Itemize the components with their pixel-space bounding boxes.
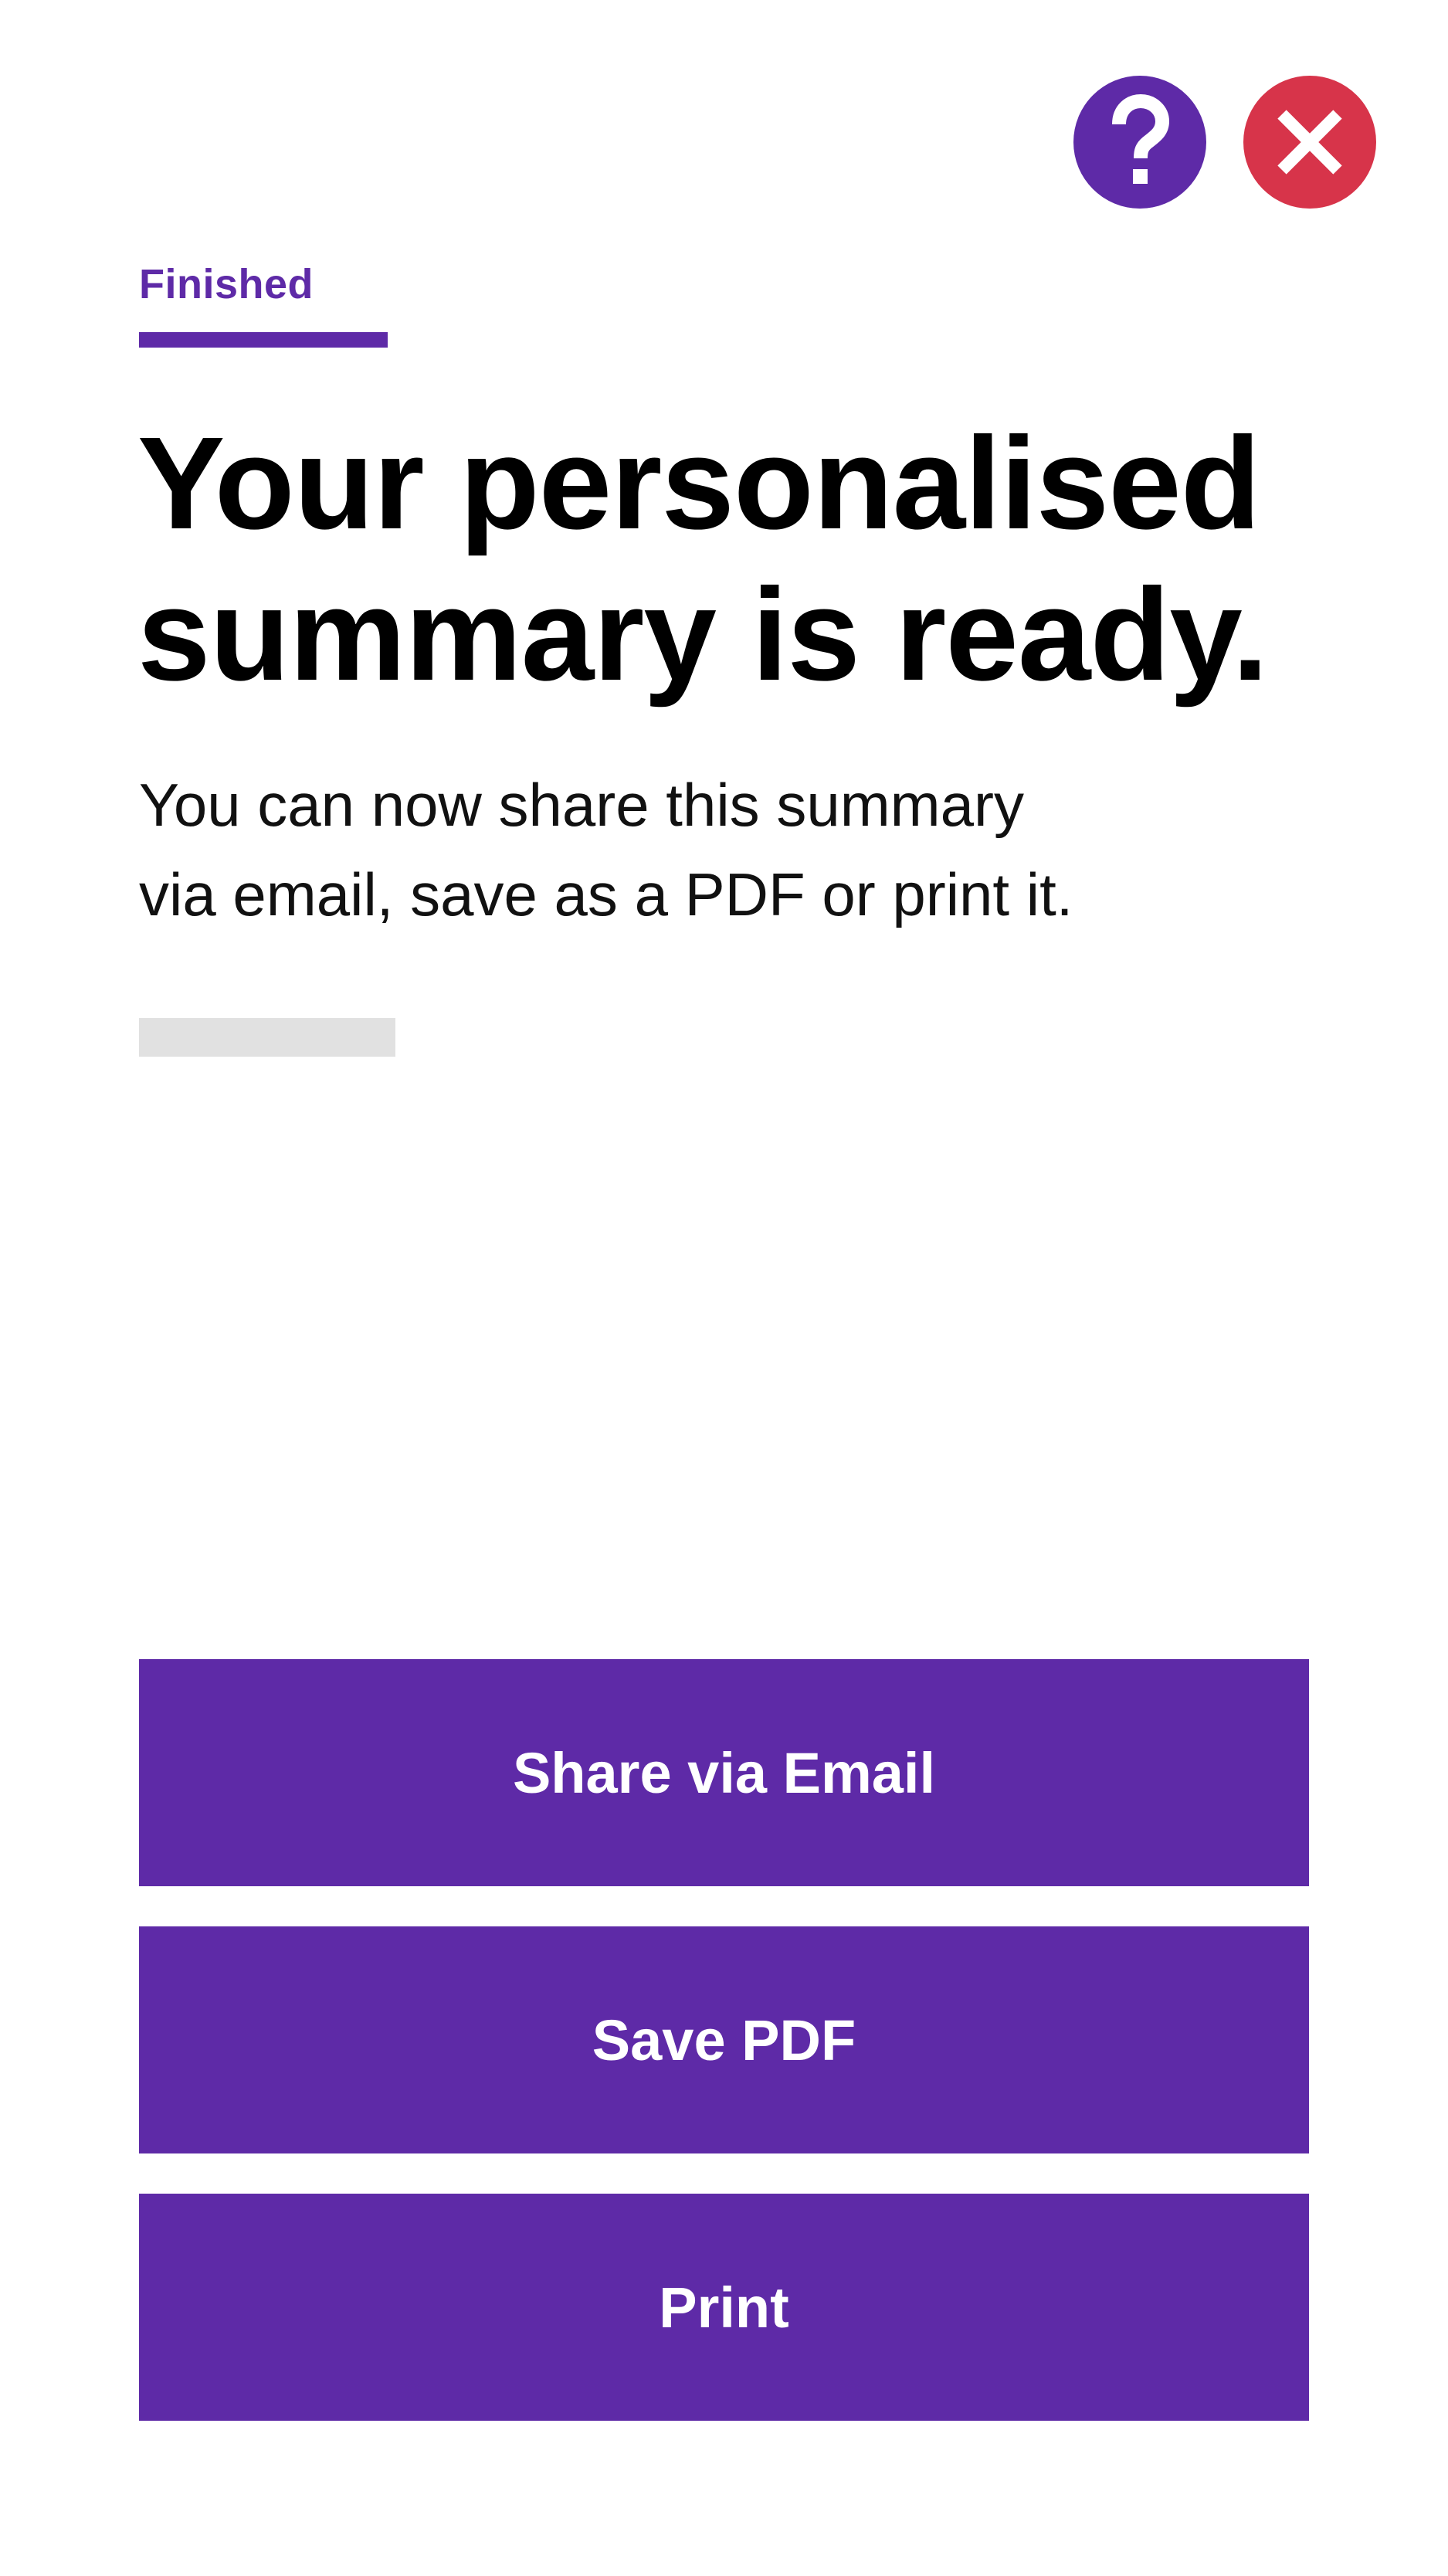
help-button[interactable] bbox=[1073, 76, 1206, 209]
close-button[interactable] bbox=[1243, 76, 1376, 209]
page-title-line-2: summary is ready. bbox=[137, 562, 1268, 708]
top-actions bbox=[1073, 76, 1378, 210]
summary-description-line-2: via email, save as a PDF or print it. bbox=[139, 860, 1073, 928]
step-progress-underline bbox=[139, 332, 388, 348]
summary-description: You can now share this summary via email… bbox=[139, 760, 1220, 939]
close-x-icon bbox=[1277, 110, 1342, 175]
summary-description-line-1: You can now share this summary bbox=[139, 771, 1025, 839]
question-mark-icon bbox=[1112, 93, 1170, 184]
print-button[interactable]: Print bbox=[139, 2194, 1309, 2421]
share-via-email-button[interactable]: Share via Email bbox=[139, 1659, 1309, 1886]
page-title-line-1: Your personalised bbox=[137, 410, 1261, 557]
step-label: Finished bbox=[139, 261, 314, 307]
save-pdf-button[interactable]: Save PDF bbox=[139, 1926, 1309, 2153]
page-title: Your personalised summary is ready. bbox=[137, 408, 1342, 711]
loading-placeholder-bar bbox=[139, 1018, 395, 1057]
